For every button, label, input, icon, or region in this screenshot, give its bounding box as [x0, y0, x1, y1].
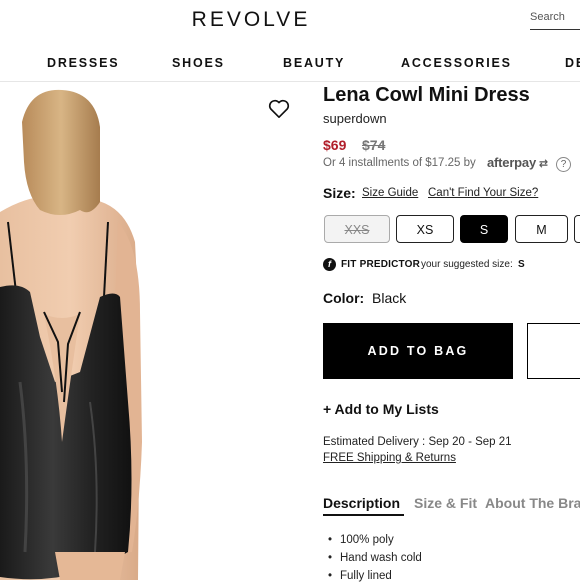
- color-label: Color:: [323, 290, 365, 306]
- add-to-bag-button[interactable]: ADD TO BAG: [323, 323, 513, 379]
- active-tab-indicator: [323, 514, 404, 516]
- detail-text: 100% poly: [340, 534, 394, 546]
- product-image[interactable]: [0, 82, 305, 580]
- fit-suggestion-text: your suggested size:: [421, 259, 513, 270]
- search-underline: [530, 29, 580, 30]
- site-logo[interactable]: REVOLVE: [0, 8, 502, 32]
- add-to-lists-button[interactable]: + Add to My Lists: [323, 401, 439, 417]
- brand-name[interactable]: superdown: [323, 111, 387, 126]
- estimated-delivery: Estimated Delivery : Sep 20 - Sep 21: [323, 436, 512, 448]
- fit-predictor-label[interactable]: FIT PREDICTOR: [341, 259, 420, 270]
- nav-item-beauty[interactable]: BEAUTY: [283, 56, 345, 70]
- secondary-action-button[interactable]: [527, 323, 580, 379]
- afterpay-label: afterpay: [487, 155, 536, 170]
- fit-suggested-size: S: [518, 259, 525, 270]
- tab-description[interactable]: Description: [323, 495, 400, 511]
- nav-item-designers[interactable]: DE: [565, 56, 580, 70]
- detail-item: 100% poly: [328, 534, 394, 546]
- tab-about-brand[interactable]: About The Bra: [485, 495, 580, 511]
- size-guide-link[interactable]: Size Guide: [362, 187, 418, 199]
- size-option-xxs[interactable]: XXS: [324, 215, 390, 243]
- search-input[interactable]: Search: [530, 11, 580, 23]
- nav-item-shoes[interactable]: SHOES: [172, 56, 225, 70]
- original-price: $74: [362, 137, 386, 153]
- free-shipping-link[interactable]: FREE Shipping & Returns: [323, 452, 456, 464]
- size-option-xs[interactable]: XS: [396, 215, 454, 243]
- size-option-m[interactable]: M: [515, 215, 568, 243]
- nav-item-accessories[interactable]: ACCESSORIES: [401, 56, 512, 70]
- afterpay-logo: afterpay ⇄: [487, 155, 548, 170]
- model-illustration: [0, 89, 142, 580]
- fit-predictor-icon: f: [323, 258, 336, 271]
- detail-item: Fully lined: [328, 570, 392, 582]
- detail-text: Hand wash cold: [340, 552, 422, 564]
- tab-size-fit[interactable]: Size & Fit: [414, 495, 477, 511]
- nav-item-dresses[interactable]: DRESSES: [47, 56, 119, 70]
- size-option-s[interactable]: S: [460, 215, 508, 243]
- detail-text: Fully lined: [340, 570, 392, 582]
- main-nav: DRESSES SHOES BEAUTY ACCESSORIES DE: [0, 56, 580, 70]
- sale-price: $69: [323, 137, 347, 153]
- size-option-next[interactable]: [574, 215, 580, 243]
- detail-item: Hand wash cold: [328, 552, 422, 564]
- color-value: Black: [372, 290, 407, 306]
- installments-text: Or 4 installments of $17.25 by: [323, 157, 476, 169]
- cant-find-size-link[interactable]: Can't Find Your Size?: [428, 187, 538, 199]
- product-title: Lena Cowl Mini Dress: [323, 84, 530, 106]
- size-label: Size:: [323, 185, 356, 201]
- help-icon[interactable]: ?: [556, 157, 571, 172]
- heart-icon[interactable]: [268, 99, 290, 119]
